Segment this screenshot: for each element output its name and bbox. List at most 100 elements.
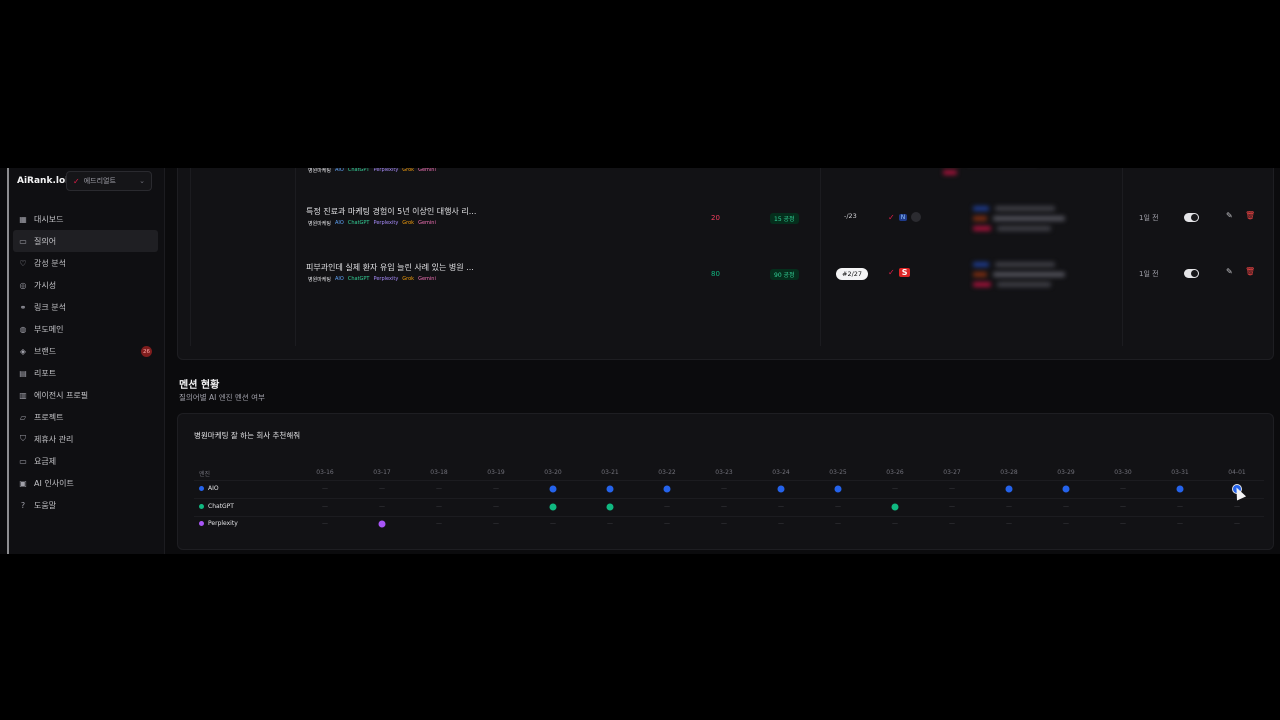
no-mention-mark: — xyxy=(778,520,784,528)
no-mention-mark: — xyxy=(493,520,499,528)
trash-icon[interactable]: 🗑 xyxy=(1245,267,1255,276)
query-tag: Gemini xyxy=(418,168,436,173)
date-label: 03-20 xyxy=(544,469,562,476)
insight-icon: ▣ xyxy=(19,478,27,488)
mention-dot[interactable] xyxy=(777,485,785,493)
sidebar-item-label: 대시보드 xyxy=(34,214,64,224)
sidebar-item-label: 질의어 xyxy=(34,236,57,246)
app-frame: AiRank.lol ✓ 에드리얼트 ⌄ ▦ 대시보드 ▭ 질의어 ♡ 감성 분석 ◎ 가시성… xyxy=(0,168,1280,554)
no-mention-mark: — xyxy=(322,520,328,528)
sidebar-item-label: 브랜드 xyxy=(34,346,57,356)
query-tag: Grok xyxy=(402,168,415,173)
query-tag: AIO xyxy=(335,276,344,282)
table-row[interactable]: 피부과인데 실제 환자 유입 늘린 사례 있는 병원 ... 병원마케팅 AIO Ch… xyxy=(178,262,1273,302)
trash-icon[interactable]: 🗑 xyxy=(1245,211,1255,220)
no-mention-mark: — xyxy=(1177,503,1183,511)
query-tag: 병원마케팅 xyxy=(308,277,332,283)
date-label: 03-19 xyxy=(487,469,505,476)
edit-icon[interactable]: ✎ xyxy=(1226,267,1233,276)
query-tag: ChatGPT xyxy=(347,276,370,282)
mention-dot[interactable] xyxy=(891,503,899,511)
brand-icons: ✓ S xyxy=(888,268,911,277)
date-label: 03-28 xyxy=(1000,469,1018,476)
mention-card: 병원마케팅 잘 하는 회사 추천해줘 엔진 03-16 03-17 03-18 03-… xyxy=(177,413,1274,550)
date-label: 03-24 xyxy=(772,469,790,476)
no-mention-mark: — xyxy=(892,485,898,493)
workspace-selector[interactable]: ✓ 에드리얼트 ⌄ xyxy=(66,171,152,191)
date-label: 03-22 xyxy=(658,469,676,476)
mention-dot[interactable] xyxy=(606,485,614,493)
date-label: 03-29 xyxy=(1057,469,1075,476)
workspace-name: 에드리얼트 xyxy=(83,177,116,185)
mention-dot[interactable] xyxy=(1176,485,1184,493)
mention-dot[interactable] xyxy=(1062,485,1070,493)
sidebar-item-label: 도움말 xyxy=(34,500,57,510)
date-label: 03-27 xyxy=(943,469,961,476)
column-divider xyxy=(190,168,191,346)
query-title[interactable]: 특정 진료과 마케팅 경험이 5년 이상인 대행사 리... xyxy=(306,206,476,217)
mention-dot[interactable] xyxy=(834,485,842,493)
visibility-score: 80 xyxy=(711,270,720,278)
sidebar-item-0[interactable]: ▦ 대시보드 xyxy=(13,208,158,230)
query-tag: ChatGPT xyxy=(347,168,370,173)
table-row[interactable]: 특정 진료과 마케팅 경험이 5년 이상인 대행사 리... 병원마케팅 AIO Ch… xyxy=(178,206,1273,246)
no-mention-mark: — xyxy=(1120,485,1126,493)
brand-s-icon: S xyxy=(898,268,911,277)
engine-color-dot xyxy=(199,504,204,509)
no-mention-mark: — xyxy=(664,503,670,511)
grid-divider xyxy=(194,516,1264,517)
tag-icon: ◈ xyxy=(19,346,27,356)
sidebar-item-2[interactable]: ♡ 감성 분석 xyxy=(13,252,158,274)
query-title[interactable]: 피부과인데 실제 환자 유입 늘린 사례 있는 병원 ... xyxy=(306,262,474,273)
sidebar-item-13[interactable]: ? 도움말 xyxy=(13,494,158,516)
query-tags: 병원마케팅 AIO ChatGPT Perplexity Grok Gemini xyxy=(308,276,436,283)
sidebar-item-10[interactable]: ⛉ 제휴사 관리 xyxy=(13,428,158,450)
mention-dot[interactable] xyxy=(663,485,671,493)
visibility-score: 20 xyxy=(711,214,720,222)
rank-value: -/23 xyxy=(844,212,857,220)
sidebar-item-4[interactable]: ⚭ 링크 분석 xyxy=(13,296,158,318)
no-mention-mark: — xyxy=(322,485,328,493)
mention-count: 90 공정 xyxy=(770,269,799,280)
sidebar-item-8[interactable]: ▥ 에이전시 프로필 xyxy=(13,384,158,406)
grid-divider xyxy=(194,480,1264,481)
globe-icon: ◍ xyxy=(19,324,27,334)
engine-name: Perplexity xyxy=(208,520,238,527)
sidebar-item-11[interactable]: ▭ 요금제 xyxy=(13,450,158,472)
sidebar-item-label: 리포트 xyxy=(34,368,57,378)
no-mention-mark: — xyxy=(1234,503,1240,511)
active-toggle[interactable] xyxy=(1184,213,1199,222)
mention-dot[interactable] xyxy=(549,503,557,511)
no-mention-mark: — xyxy=(379,503,385,511)
sidebar-item-6[interactable]: ◈ 브랜드 26 xyxy=(13,340,158,362)
blurred-preview xyxy=(943,168,1043,192)
sidebar-nav: ▦ 대시보드 ▭ 질의어 ♡ 감성 분석 ◎ 가시성 ⚭ 링크 분석 ◍ 부도메인 ◈ 브랜드 26 ▤ 리포트… xyxy=(9,208,164,516)
sidebar-item-12[interactable]: ▣ AI 인사이트 xyxy=(13,472,158,494)
sidebar-item-9[interactable]: ▱ 프로젝트 xyxy=(13,406,158,428)
sidebar-item-1[interactable]: ▭ 질의어 xyxy=(13,230,158,252)
active-toggle[interactable] xyxy=(1184,269,1199,278)
sidebar-item-label: AI 인사이트 xyxy=(34,478,74,488)
column-divider xyxy=(295,168,296,346)
sidebar-item-5[interactable]: ◍ 부도메인 xyxy=(13,318,158,340)
sidebar-item-7[interactable]: ▤ 리포트 xyxy=(13,362,158,384)
card-icon: ▭ xyxy=(19,456,27,466)
sidebar-item-label: 가시성 xyxy=(34,280,57,290)
date-label: 03-26 xyxy=(886,469,904,476)
engine-label: AIO xyxy=(199,485,219,492)
no-mention-mark: — xyxy=(550,520,556,528)
mention-dot[interactable] xyxy=(606,503,614,511)
date-label: 03-23 xyxy=(715,469,733,476)
engine-color-dot xyxy=(199,521,204,526)
mention-dot[interactable] xyxy=(1005,485,1013,493)
app-logo[interactable]: AiRank.lol xyxy=(17,176,68,186)
mention-dot[interactable] xyxy=(378,520,386,528)
mention-dot[interactable] xyxy=(549,485,557,493)
notification-badge: 26 xyxy=(141,346,152,357)
updated-time: 1일 전 xyxy=(1139,270,1159,278)
sidebar-item-3[interactable]: ◎ 가시성 xyxy=(13,274,158,296)
edit-icon[interactable]: ✎ xyxy=(1226,211,1233,220)
sidebar-item-label: 부도메인 xyxy=(34,324,64,334)
no-mention-mark: — xyxy=(493,503,499,511)
no-mention-mark: — xyxy=(892,520,898,528)
